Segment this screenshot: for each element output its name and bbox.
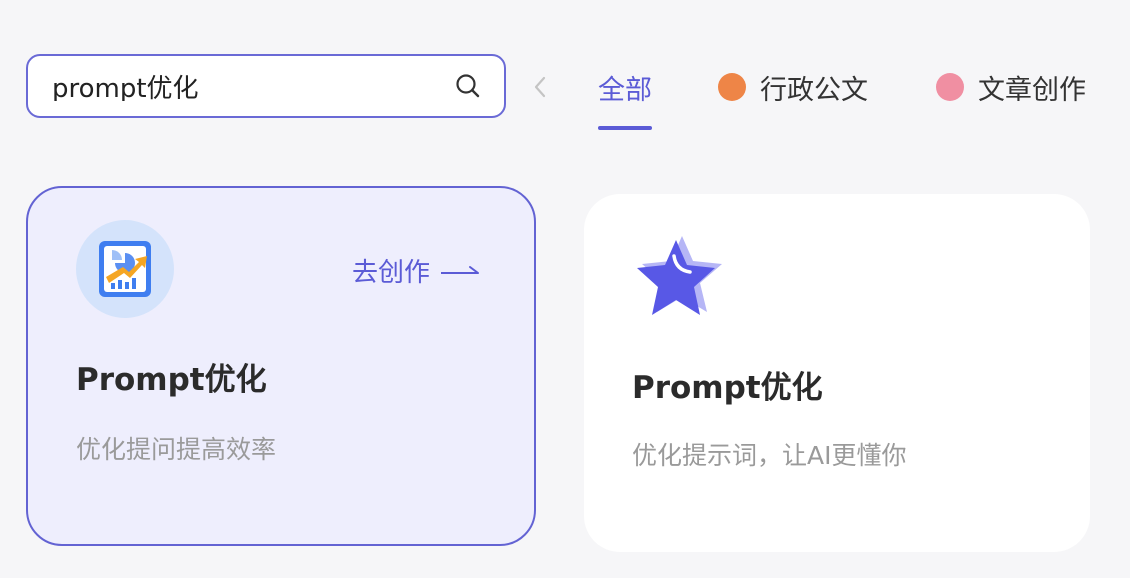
- chevron-left-icon[interactable]: [528, 70, 552, 104]
- go-create-label: 去创作: [351, 258, 430, 288]
- search-icon[interactable]: [454, 72, 482, 100]
- arrow-right-icon: [441, 265, 479, 274]
- tab-article-writing[interactable]: 文章创作: [936, 64, 1086, 110]
- prompt-optimize-card-2[interactable]: Prompt优化 优化提示词，让AI更懂你: [584, 194, 1090, 552]
- orange-dot-icon: [718, 73, 746, 101]
- card-title: Prompt优化: [632, 370, 823, 406]
- search-input[interactable]: [52, 71, 454, 101]
- card-description: 优化提问提高效率: [76, 435, 277, 464]
- tab-label: 文章创作: [978, 74, 1086, 106]
- tab-label: 行政公文: [760, 74, 868, 106]
- pink-dot-icon: [936, 73, 964, 101]
- tab-administrative-documents[interactable]: 行政公文: [718, 64, 868, 110]
- active-tab-underline: [598, 126, 652, 130]
- tab-all[interactable]: 全部: [598, 64, 652, 130]
- search-box[interactable]: [26, 54, 506, 118]
- chart-report-icon: [76, 220, 174, 318]
- card-title: Prompt优化: [76, 362, 267, 398]
- tab-label: 全部: [598, 74, 652, 106]
- prompt-optimize-card[interactable]: 去创作 Prompt优化 优化提问提高效率: [26, 186, 536, 546]
- go-create-button[interactable]: 去创作: [352, 252, 480, 289]
- star-icon: [637, 236, 722, 315]
- page: 全部 行政公文 文章创作 去创作: [0, 0, 1130, 578]
- card-description: 优化提示词，让AI更懂你: [632, 441, 907, 470]
